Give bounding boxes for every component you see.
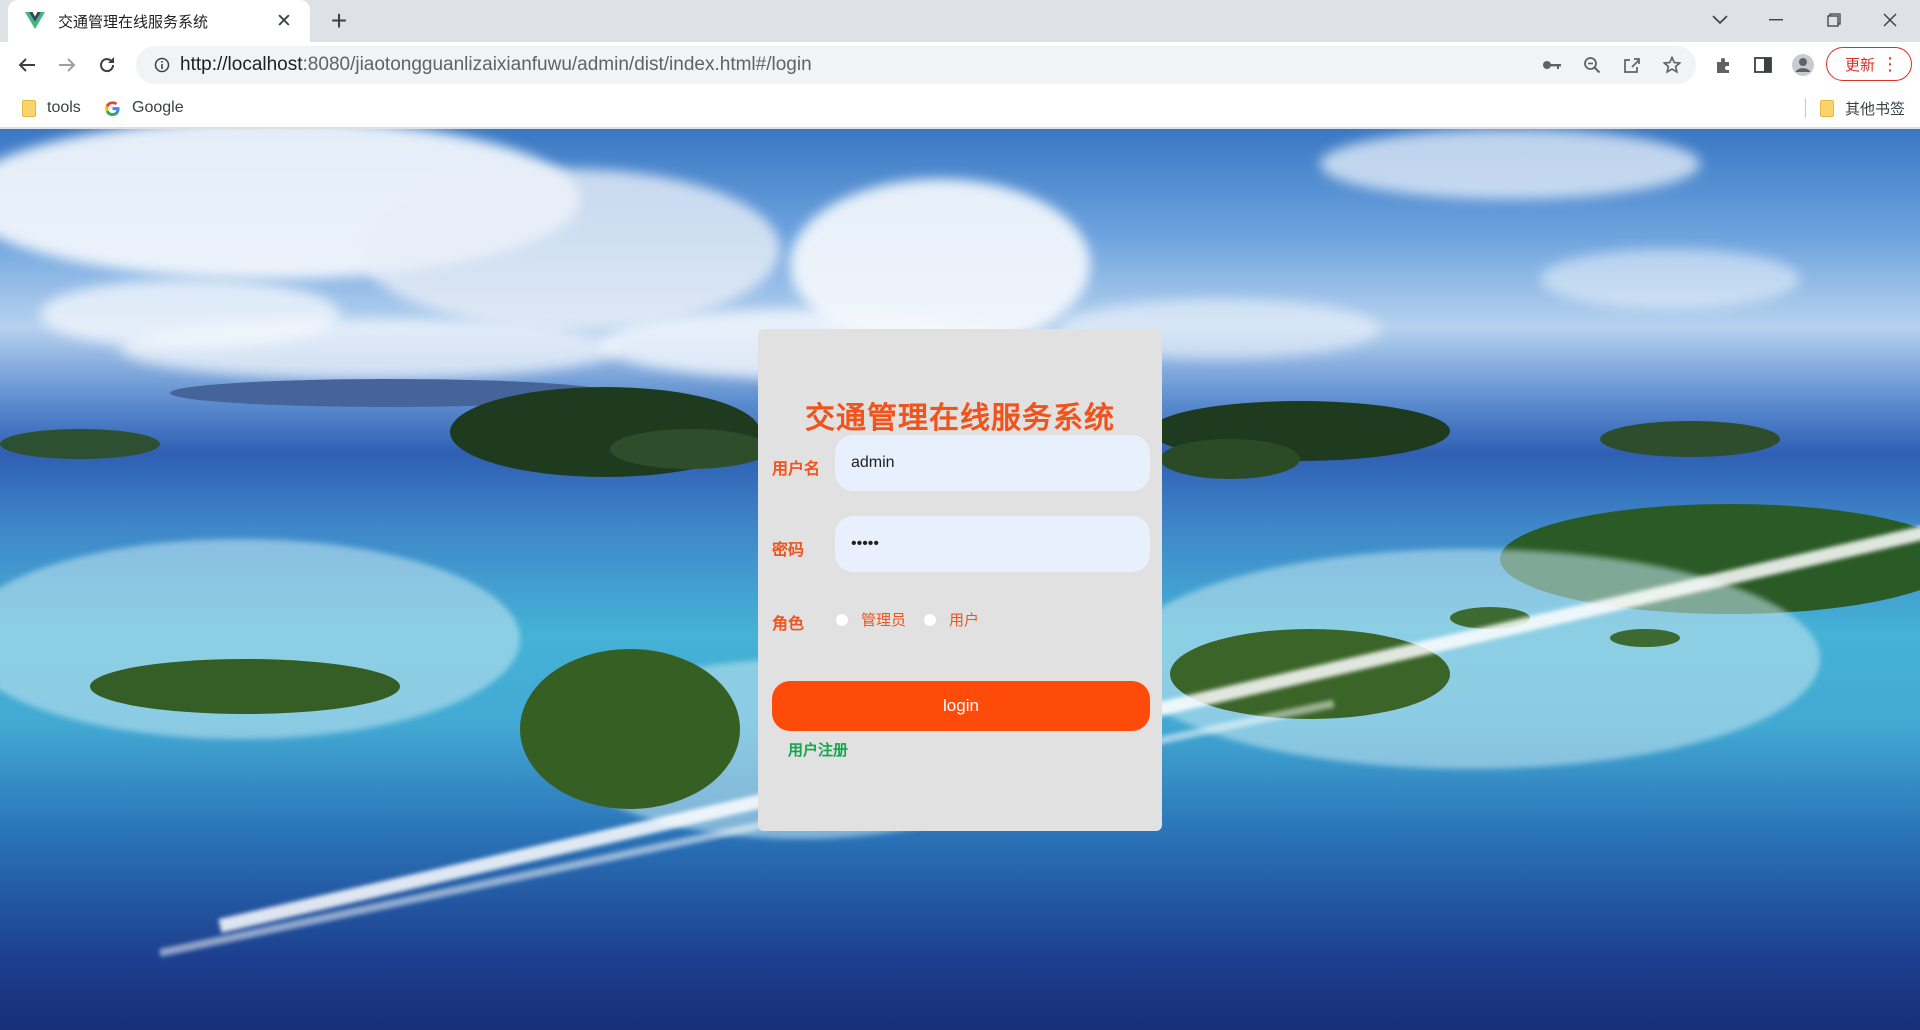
forward-icon[interactable] (50, 48, 84, 82)
tab-close-icon[interactable]: ✕ (272, 10, 296, 33)
extensions-icon[interactable] (1706, 48, 1740, 82)
close-window-icon[interactable] (1862, 0, 1918, 40)
update-button[interactable]: 更新 ⋮ (1826, 47, 1912, 81)
username-label: 用户名 (772, 461, 821, 478)
vue-logo-icon (24, 10, 46, 32)
browser-toolbar: http://localhost:8080/jiaotongguanlizaix… (0, 42, 1920, 88)
login-page: 交通管理在线服务系统 用户名 密码 角色 管理员 用户 login 用户注册 (0, 129, 1920, 1030)
profile-avatar-icon[interactable] (1786, 48, 1820, 82)
tab-strip: 交通管理在线服务系统 ✕ + (0, 0, 1920, 42)
role-radio-admin[interactable]: 管理员 (835, 609, 906, 630)
role-option-label: 管理员 (861, 612, 907, 629)
role-label: 角色 (772, 616, 805, 633)
share-icon[interactable] (1612, 46, 1652, 84)
more-menu-icon[interactable]: ⋮ (1881, 55, 1899, 73)
role-radio-user[interactable]: 用户 (923, 609, 979, 630)
bookmark-tools[interactable]: tools (22, 96, 81, 120)
restore-icon[interactable] (1806, 0, 1862, 40)
radio-circle-icon[interactable] (835, 612, 849, 627)
key-icon[interactable] (1532, 46, 1572, 84)
tab-search-icon[interactable] (1692, 0, 1748, 40)
bookmark-google[interactable]: Google (104, 96, 184, 120)
other-bookmarks[interactable]: 其他书签 (1820, 96, 1905, 120)
google-icon (104, 100, 121, 117)
page-title: 交通管理在线服务系统 (805, 401, 1115, 436)
new-tab-button[interactable]: + (322, 4, 356, 38)
site-info-icon[interactable] (144, 57, 180, 73)
register-link[interactable]: 用户注册 (788, 739, 848, 760)
tab-title: 交通管理在线服务系统 (58, 13, 209, 31)
minimize-icon[interactable] (1748, 0, 1804, 40)
url-text: http://localhost:8080/jiaotongguanlizaix… (180, 54, 812, 75)
reload-icon[interactable] (90, 48, 124, 82)
username-input[interactable] (835, 435, 1150, 491)
side-panel-icon[interactable] (1746, 48, 1780, 82)
radio-circle-icon[interactable] (923, 612, 937, 627)
password-label: 密码 (772, 542, 805, 559)
bookmarks-bar: tools Google 其他书签 (0, 88, 1920, 128)
login-card: 交通管理在线服务系统 用户名 密码 角色 管理员 用户 login 用户注册 (758, 329, 1162, 831)
omnibox-actions (1532, 46, 1692, 84)
bookmarks-separator (1805, 98, 1806, 118)
password-input[interactable] (835, 516, 1150, 572)
login-button[interactable]: login (772, 681, 1150, 731)
address-bar[interactable]: http://localhost:8080/jiaotongguanlizaix… (136, 46, 1696, 84)
role-option-label: 用户 (949, 612, 980, 629)
folder-icon (1820, 99, 1834, 117)
back-icon[interactable] (10, 48, 44, 82)
bookmark-star-icon[interactable] (1652, 46, 1692, 84)
browser-tab[interactable]: 交通管理在线服务系统 ✕ (8, 0, 310, 42)
folder-icon (22, 99, 36, 117)
zoom-icon[interactable] (1572, 46, 1612, 84)
